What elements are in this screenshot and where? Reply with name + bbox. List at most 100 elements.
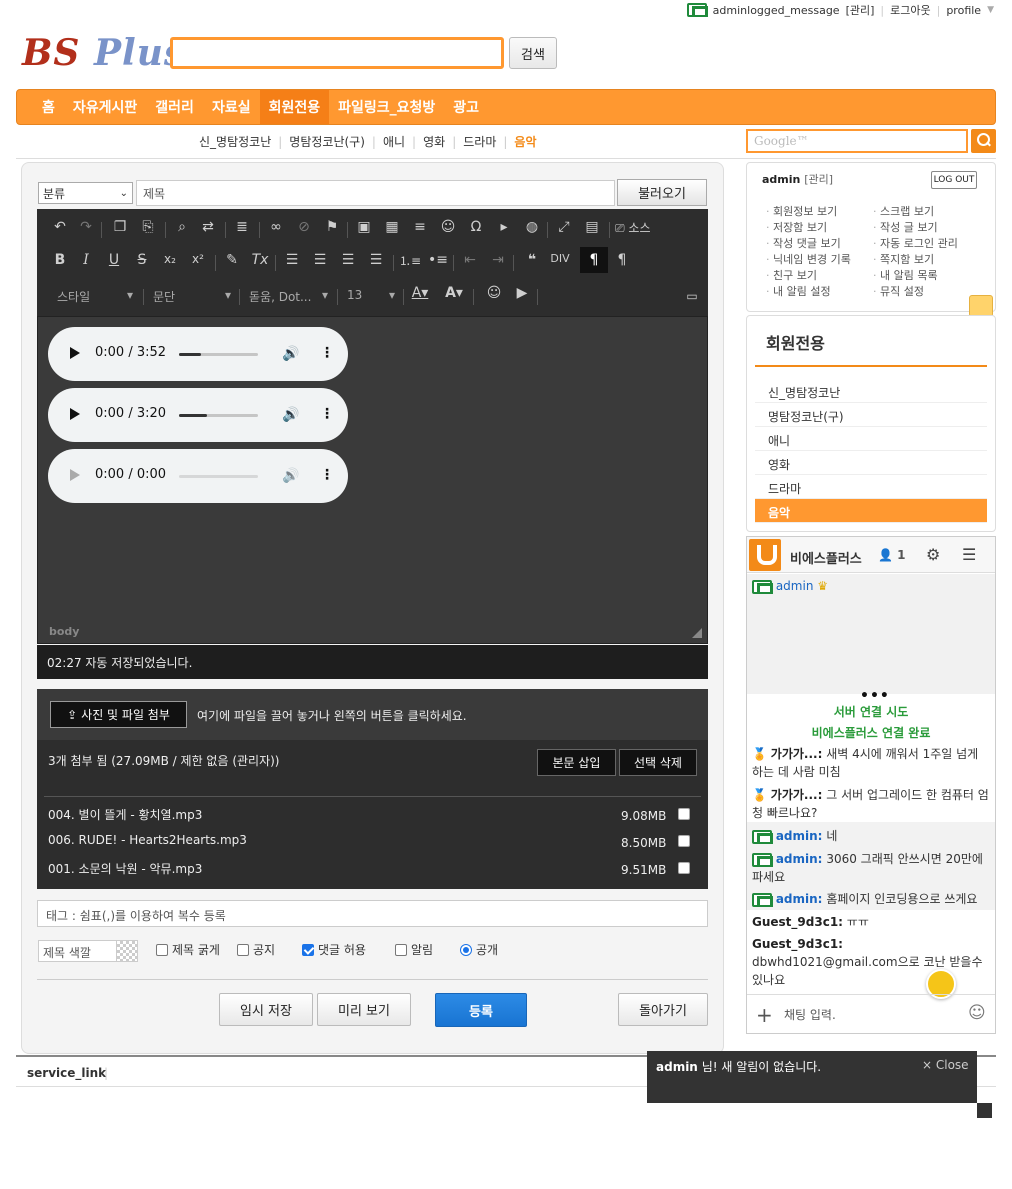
topbar-admin[interactable]: [관리] <box>846 2 875 18</box>
account-link[interactable]: 작성 댓글 보기 <box>766 235 841 251</box>
member-menu-item-active[interactable]: 음악 <box>755 499 987 523</box>
subnav-item[interactable]: 신_명탐정코난 <box>192 133 278 150</box>
title-input[interactable]: 제목 <box>136 180 615 206</box>
google-search-input[interactable]: Google™ <box>746 129 968 153</box>
attach-file-button[interactable]: ⇪ 사진 및 파일 첨부 <box>50 701 187 728</box>
account-link[interactable]: 쪽지함 보기 <box>873 251 934 267</box>
color-picker-swatch[interactable] <box>116 940 138 962</box>
option-allow-comment[interactable]: 댓글 허용 <box>302 941 366 958</box>
chat-user-count[interactable]: 👤 1 <box>878 548 906 562</box>
search-button[interactable]: 검색 <box>509 37 557 69</box>
text-color-icon[interactable]: A▾ <box>409 285 431 301</box>
resize-handle[interactable] <box>692 628 702 638</box>
tag-input[interactable]: 태그 : 쉼표(,)를 이용하여 복수 등록 <box>37 900 708 927</box>
site-logo[interactable]: BS Plus <box>22 32 185 74</box>
align-center-icon[interactable]: ☰ <box>309 252 331 268</box>
volume-icon[interactable]: 🔊 <box>282 468 299 484</box>
chat-online-user[interactable]: admin ♛ <box>752 579 828 594</box>
play-icon[interactable] <box>70 469 80 481</box>
category-select[interactable]: 분류 ⌄ <box>38 182 133 204</box>
file-checkbox[interactable] <box>678 835 690 847</box>
chat-message-user[interactable]: admin: <box>776 892 823 906</box>
login-admin-link[interactable]: [관리] <box>804 173 833 186</box>
account-link[interactable]: 닉네임 변경 기록 <box>766 251 851 267</box>
maximize-icon[interactable]: ⤢ <box>553 219 575 235</box>
file-checkbox[interactable] <box>678 862 690 874</box>
login-user[interactable]: admin [관리] <box>762 171 833 187</box>
topbar-user[interactable]: adminlogged_message <box>713 4 840 17</box>
chat-input[interactable]: 채팅 입력. <box>784 1006 836 1023</box>
audio-player[interactable]: 0:00 / 3:52 🔊 ⋮ <box>48 327 348 381</box>
nav-item-file-request[interactable]: 파일링크_요청방 <box>329 90 444 124</box>
checkbox[interactable] <box>237 943 249 956</box>
volume-icon[interactable]: 🔊 <box>282 346 299 362</box>
anchor-flag-icon[interactable]: ⚑ <box>321 219 343 235</box>
temp-save-button[interactable]: 임시 저장 <box>219 993 313 1026</box>
find-icon[interactable]: ⌕ <box>171 219 193 235</box>
div-block-icon[interactable]: DIV <box>549 252 571 265</box>
audio-progress[interactable] <box>179 414 258 417</box>
paste-icon[interactable]: ⎘ <box>137 219 159 235</box>
subnav-item[interactable]: 영화 <box>416 133 452 150</box>
outdent-icon[interactable]: ⇤ <box>459 252 481 268</box>
nav-item-archive[interactable]: 자료실 <box>203 90 260 124</box>
account-link[interactable]: 회원정보 보기 <box>766 203 837 219</box>
chat-message-user[interactable]: Guest_9d3c1: <box>752 937 843 951</box>
smile-icon[interactable]: ☺ <box>968 1003 986 1023</box>
menu-icon[interactable]: ☰ <box>962 545 976 564</box>
numbered-list-icon[interactable]: ⒈≡ <box>399 252 421 269</box>
option-notice[interactable]: 공지 <box>237 941 275 958</box>
toast-close-button[interactable]: × Close <box>922 1058 969 1072</box>
font-size-dropdown[interactable]: 13 ▾ <box>347 288 395 302</box>
logout-button[interactable]: LOG OUT <box>931 171 977 189</box>
file-checkbox[interactable] <box>678 808 690 820</box>
redo-icon[interactable]: ↷ <box>75 219 97 235</box>
account-link[interactable]: 내 알림 설정 <box>766 283 831 299</box>
align-left-icon[interactable]: ☰ <box>281 252 303 268</box>
copy-format-icon[interactable]: ✎ <box>221 252 243 268</box>
media-icon[interactable]: ▸ <box>493 219 515 235</box>
nav-item-home[interactable]: 홈 <box>33 90 64 124</box>
scroll-toggle-icon[interactable] <box>969 295 993 317</box>
back-button[interactable]: 돌아가기 <box>618 993 708 1026</box>
style-dropdown[interactable]: 스타일 ▾ <box>57 288 133 305</box>
topbar-profile[interactable]: profile <box>946 4 981 17</box>
italic-icon[interactable]: I <box>75 252 97 268</box>
nav-item-gallery[interactable]: 갤러리 <box>146 90 203 124</box>
nav-item-members[interactable]: 회원전용 <box>259 90 330 124</box>
bg-color-icon[interactable]: A▾ <box>443 285 465 301</box>
emoticon-icon[interactable]: ☺ <box>437 219 459 235</box>
more-options-icon[interactable]: ⋮ <box>320 406 334 422</box>
checkbox[interactable] <box>395 943 407 956</box>
preview-button[interactable]: 미리 보기 <box>317 993 411 1026</box>
option-public[interactable]: 공개 <box>460 941 498 958</box>
member-menu-item[interactable]: 신_명탐정코난 <box>755 379 987 403</box>
subnav-item[interactable]: 애니 <box>376 133 412 150</box>
copy-icon[interactable]: ❐ <box>109 219 131 235</box>
account-link[interactable]: 뮤직 설정 <box>873 283 924 299</box>
option-alarm[interactable]: 알림 <box>395 941 433 958</box>
horizontal-line-icon[interactable]: ≡ <box>409 219 431 235</box>
more-options-icon[interactable]: ⋮ <box>320 345 334 361</box>
emoji-icon[interactable]: ☺ <box>483 285 505 301</box>
unlink-icon[interactable]: ⊘ <box>293 219 315 235</box>
strikethrough-icon[interactable]: S <box>131 252 153 268</box>
member-menu-item[interactable]: 애니 <box>755 427 987 451</box>
collapse-toolbar-icon[interactable]: ▭ <box>681 289 703 303</box>
account-link[interactable]: 자동 로그인 관리 <box>873 235 958 251</box>
topbar-logout[interactable]: 로그아웃 <box>890 2 930 18</box>
account-link[interactable]: 친구 보기 <box>766 267 817 283</box>
align-justify-icon[interactable]: ☰ <box>365 252 387 268</box>
source-button[interactable]: ⎚ 소스 <box>615 219 665 236</box>
member-menu-item[interactable]: 드라마 <box>755 475 987 499</box>
chat-message-user[interactable]: Guest_9d3c1: <box>752 915 843 929</box>
paragraph-dropdown[interactable]: 문단 ▾ <box>153 288 231 305</box>
chat-message-user[interactable]: admin: <box>776 829 823 843</box>
option-bold-title[interactable]: 제목 굵게 <box>156 941 220 958</box>
audio-player[interactable]: 0:00 / 0:00 🔊 ⋮ <box>48 449 348 503</box>
search-icon[interactable] <box>971 129 996 153</box>
audio-progress[interactable] <box>179 353 258 356</box>
font-dropdown[interactable]: 돋움, Dot... ▾ <box>249 288 328 305</box>
bold-icon[interactable]: B <box>49 252 71 268</box>
blockquote-icon[interactable]: ❝ <box>521 252 543 268</box>
